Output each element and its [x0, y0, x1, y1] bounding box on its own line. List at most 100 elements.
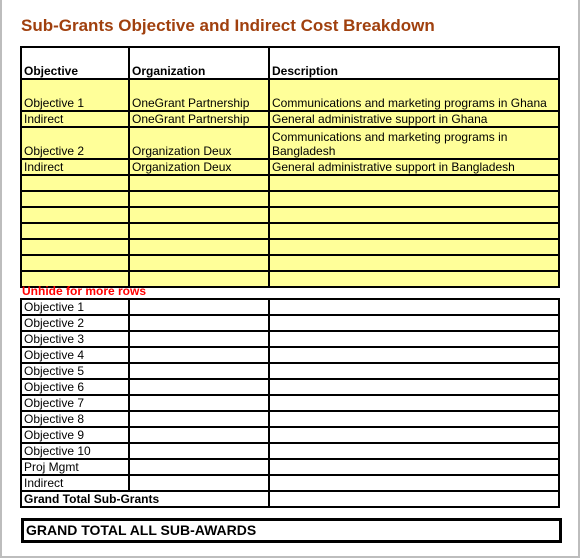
- empty-row: [20, 174, 560, 192]
- cell-objective[interactable]: Indirect: [20, 110, 130, 128]
- subgrants-table: Objective Organization Description Objec…: [20, 46, 560, 288]
- empty-cell[interactable]: [128, 222, 270, 240]
- summary-cell[interactable]: [268, 298, 560, 316]
- empty-cell[interactable]: [20, 222, 130, 240]
- summary-cell[interactable]: [268, 346, 560, 364]
- cell-description[interactable]: Communications and marketing programs in…: [268, 126, 560, 160]
- summary-cell[interactable]: [268, 426, 560, 444]
- header-description: Description: [268, 46, 560, 80]
- summary-cell[interactable]: [268, 314, 560, 332]
- header-objective: Objective: [20, 46, 130, 80]
- empty-cell[interactable]: [20, 190, 130, 208]
- summary-cell[interactable]: [128, 410, 270, 428]
- empty-cell[interactable]: [128, 190, 270, 208]
- summary-cell[interactable]: [268, 410, 560, 428]
- summary-cell[interactable]: [128, 378, 270, 396]
- table-row: Indirect Organization Deux General admin…: [20, 158, 560, 176]
- cell-description[interactable]: General administrative support in Bangla…: [268, 158, 560, 176]
- summary-row: Objective 7: [20, 394, 560, 412]
- empty-cell[interactable]: [268, 206, 560, 224]
- summary-label: Objective 5: [20, 362, 130, 380]
- summary-cell[interactable]: [128, 298, 270, 316]
- grand-total-box: GRAND TOTAL ALL SUB-AWARDS: [21, 518, 562, 543]
- summary-cell[interactable]: [128, 330, 270, 348]
- empty-row: [20, 238, 560, 256]
- summary-row: Objective 2: [20, 314, 560, 332]
- total-value-cell[interactable]: [268, 490, 560, 508]
- total-row: Grand Total Sub-Grants: [20, 490, 560, 508]
- summary-label: Objective 3: [20, 330, 130, 348]
- summary-row: Objective 4: [20, 346, 560, 364]
- summary-row: Objective 5: [20, 362, 560, 380]
- summary-cell[interactable]: [268, 330, 560, 348]
- summary-label: Objective 6: [20, 378, 130, 396]
- cell-objective[interactable]: Indirect: [20, 158, 130, 176]
- empty-cell[interactable]: [128, 174, 270, 192]
- summary-cell[interactable]: [128, 458, 270, 476]
- summary-cell[interactable]: [128, 314, 270, 332]
- summary-cell[interactable]: [268, 458, 560, 476]
- header-organization: Organization: [128, 46, 270, 80]
- summary-cell[interactable]: [128, 426, 270, 444]
- cell-organization[interactable]: Organization Deux: [128, 126, 270, 160]
- empty-row: [20, 222, 560, 240]
- empty-cell[interactable]: [128, 238, 270, 256]
- empty-cell[interactable]: [128, 206, 270, 224]
- empty-cell[interactable]: [128, 270, 270, 288]
- empty-cell[interactable]: [268, 238, 560, 256]
- empty-cell[interactable]: [268, 190, 560, 208]
- summary-row: Proj Mgmt: [20, 458, 560, 476]
- empty-cell[interactable]: [20, 206, 130, 224]
- cell-description[interactable]: Communications and marketing programs in…: [268, 78, 560, 112]
- empty-cell[interactable]: [268, 270, 560, 288]
- empty-cell[interactable]: [128, 254, 270, 272]
- summary-cell[interactable]: [128, 346, 270, 364]
- page-title: Sub-Grants Objective and Indirect Cost B…: [21, 16, 435, 35]
- empty-cell[interactable]: [20, 174, 130, 192]
- cell-objective[interactable]: Objective 2: [20, 126, 130, 160]
- empty-cell[interactable]: [268, 174, 560, 192]
- summary-row: Objective 6: [20, 378, 560, 396]
- cell-organization[interactable]: OneGrant Partnership: [128, 78, 270, 112]
- summary-cell[interactable]: [268, 362, 560, 380]
- summary-cell[interactable]: [268, 442, 560, 460]
- cell-organization[interactable]: Organization Deux: [128, 158, 270, 176]
- empty-row: [20, 190, 560, 208]
- summary-row: Objective 1: [20, 298, 560, 316]
- summary-label: Objective 7: [20, 394, 130, 412]
- summary-table: Objective 1 Objective 2 Objective 3 Obje…: [20, 298, 560, 508]
- cell-objective[interactable]: Objective 1: [20, 78, 130, 112]
- empty-cell[interactable]: [20, 254, 130, 272]
- summary-cell[interactable]: [128, 394, 270, 412]
- summary-cell[interactable]: [268, 474, 560, 492]
- summary-label: Objective 2: [20, 314, 130, 332]
- table-row: Objective 2 Organization Deux Communicat…: [20, 126, 560, 160]
- page-border-left: [0, 0, 2, 558]
- summary-row: Indirect: [20, 474, 560, 492]
- summary-cell[interactable]: [128, 474, 270, 492]
- cell-description[interactable]: General administrative support in Ghana: [268, 110, 560, 128]
- summary-cell[interactable]: [128, 362, 270, 380]
- empty-cell[interactable]: [268, 222, 560, 240]
- cell-organization[interactable]: OneGrant Partnership: [128, 110, 270, 128]
- summary-label: Proj Mgmt: [20, 458, 130, 476]
- summary-label: Objective 10: [20, 442, 130, 460]
- unhide-note: Unhide for more rows: [22, 284, 147, 298]
- summary-cell[interactable]: [268, 394, 560, 412]
- total-label: Grand Total Sub-Grants: [20, 490, 270, 508]
- summary-label: Indirect: [20, 474, 130, 492]
- table-row: Objective 1 OneGrant Partnership Communi…: [20, 78, 560, 112]
- summary-row: Objective 3: [20, 330, 560, 348]
- summary-label: Objective 9: [20, 426, 130, 444]
- summary-row: Objective 8: [20, 410, 560, 428]
- header-row: Objective Organization Description: [20, 46, 560, 80]
- empty-row: [20, 254, 560, 272]
- summary-label: Objective 1: [20, 298, 130, 316]
- empty-cell[interactable]: [268, 254, 560, 272]
- summary-row: Objective 9: [20, 426, 560, 444]
- empty-row: [20, 206, 560, 224]
- empty-cell[interactable]: [20, 238, 130, 256]
- summary-cell[interactable]: [268, 378, 560, 396]
- summary-label: Objective 4: [20, 346, 130, 364]
- summary-cell[interactable]: [128, 442, 270, 460]
